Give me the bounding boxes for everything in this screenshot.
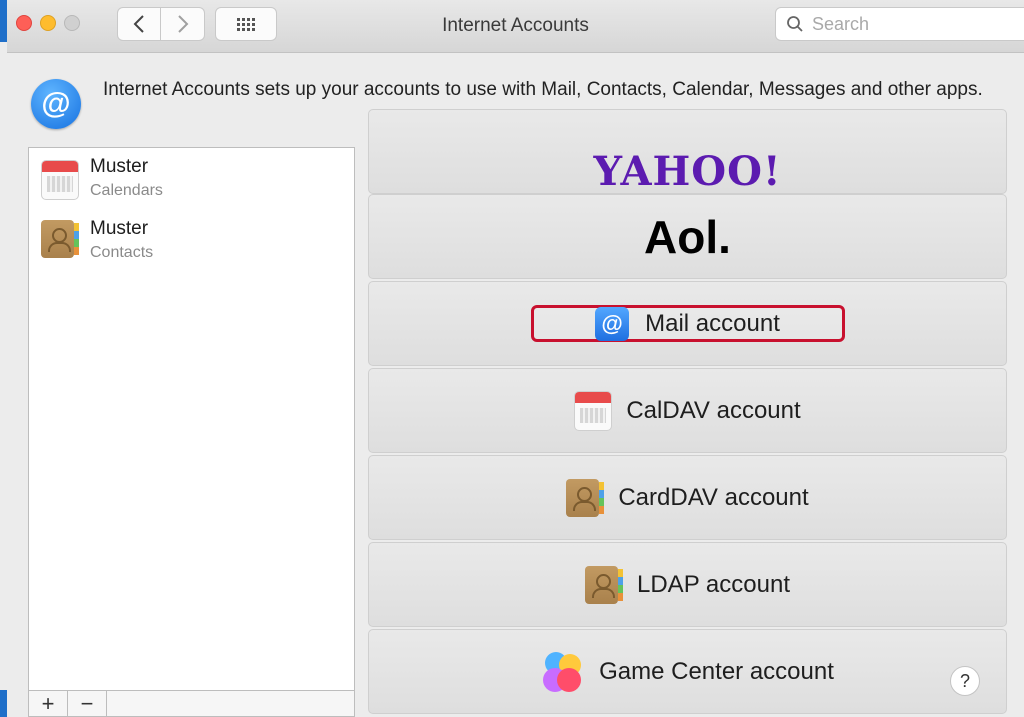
caldav-account-label: CalDAV account: [626, 396, 801, 424]
forward-button[interactable]: [161, 7, 205, 41]
mail-at-icon: @: [595, 306, 630, 341]
show-all-preferences-button[interactable]: [215, 7, 277, 41]
close-window-button[interactable]: [16, 15, 32, 31]
help-button[interactable]: ?: [950, 666, 980, 696]
background-strip-bottom: [0, 690, 7, 717]
back-button[interactable]: [117, 7, 161, 41]
provider-ldap[interactable]: LDAP account: [368, 542, 1007, 627]
mail-account-highlight[interactable]: @ Mail account: [530, 305, 845, 342]
account-title: Muster: [90, 156, 149, 177]
contacts-icon: [566, 478, 605, 517]
provider-game-center[interactable]: Game Center account: [368, 629, 1007, 714]
chevron-right-icon: [177, 15, 188, 33]
search-input[interactable]: [810, 12, 1014, 36]
game-center-account-label: Game Center account: [599, 657, 834, 685]
list-controls-bar: + −: [28, 690, 355, 717]
calendar-icon: [41, 160, 79, 200]
contacts-icon: [41, 220, 79, 258]
account-subtitle: Calendars: [90, 182, 163, 199]
provider-yahoo[interactable]: YAHOO!: [368, 109, 1007, 194]
carddav-account-label: CardDAV account: [618, 483, 809, 511]
internet-accounts-window: Internet Accounts @ Internet Accounts se…: [7, 0, 1024, 717]
account-providers-list: YAHOO! Aol. @ Mail account CalDAV accoun…: [368, 109, 1007, 717]
title-bar: Internet Accounts: [7, 0, 1024, 53]
account-subtitle: Contacts: [90, 244, 154, 261]
grid-icon: [237, 17, 255, 31]
chevron-left-icon: [133, 15, 144, 33]
provider-carddav[interactable]: CardDAV account: [368, 455, 1007, 540]
mail-account-label: Mail account: [645, 309, 780, 337]
background-edge: [0, 0, 7, 717]
header-description: Internet Accounts sets up your accounts …: [103, 79, 983, 100]
background-strip-top: [0, 0, 7, 42]
zoom-window-button[interactable]: [64, 15, 80, 31]
at-sign-icon: @: [31, 79, 81, 129]
minimize-window-button[interactable]: [40, 15, 56, 31]
add-account-button[interactable]: +: [29, 691, 68, 716]
remove-account-button[interactable]: −: [68, 691, 107, 716]
ldap-account-label: LDAP account: [637, 570, 790, 598]
yahoo-logo: YAHOO!: [593, 148, 782, 194]
back-forward-group: [117, 7, 205, 41]
game-center-icon: [541, 650, 585, 694]
search-field[interactable]: [775, 7, 1024, 41]
accounts-list: Muster Calendars Muster Contacts: [28, 147, 355, 717]
calendar-icon: [574, 390, 613, 431]
contacts-icon: [585, 565, 623, 604]
aol-logo: Aol.: [644, 210, 731, 263]
provider-caldav[interactable]: CalDAV account: [368, 368, 1007, 453]
provider-aol[interactable]: Aol.: [368, 194, 1007, 279]
account-item-calendars[interactable]: Muster Calendars: [29, 148, 354, 208]
account-title: Muster: [90, 218, 149, 239]
provider-mail[interactable]: @ Mail account: [368, 281, 1007, 366]
search-icon: [787, 16, 803, 32]
account-item-contacts[interactable]: Muster Contacts: [29, 210, 354, 270]
